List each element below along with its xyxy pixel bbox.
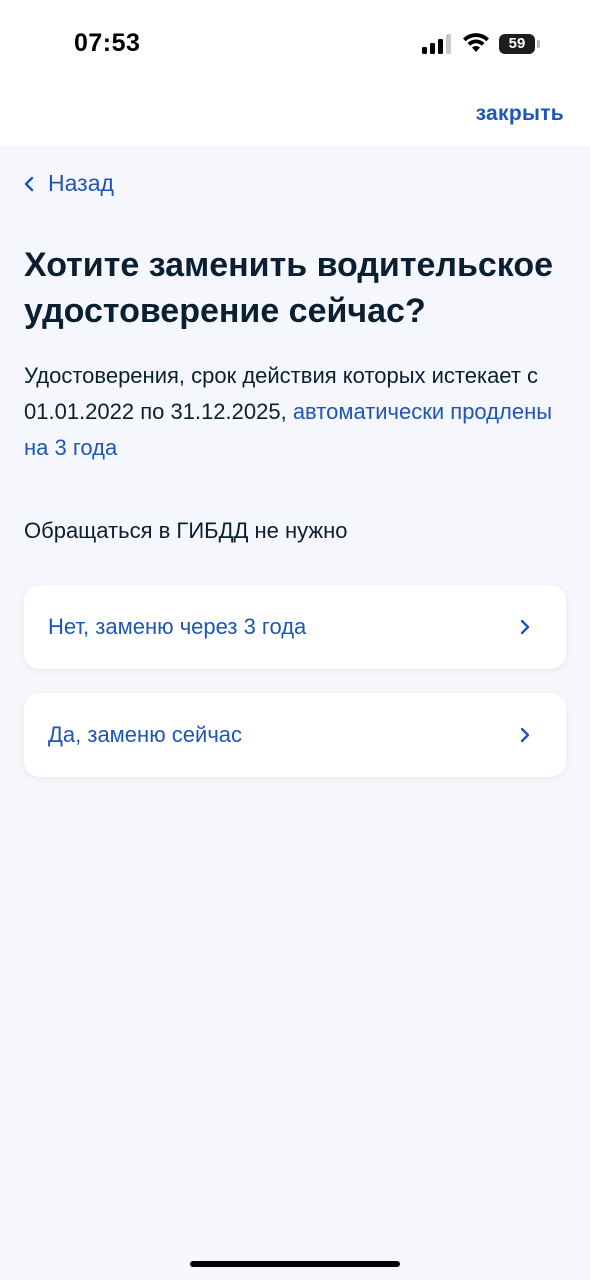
option-label: Да, заменю сейчас — [48, 722, 243, 747]
chevron-right-icon — [520, 619, 530, 635]
chevron-left-icon — [24, 176, 34, 191]
option-replace-now[interactable]: Да, заменю сейчас — [24, 693, 566, 777]
battery-indicator: 59 — [499, 34, 535, 54]
status-bar: 07:53 59 — [0, 0, 590, 88]
option-replace-later[interactable]: Нет, заменю через 3 года — [24, 585, 566, 669]
battery-cap — [537, 40, 540, 48]
option-label: Нет, заменю через 3 года — [48, 614, 307, 639]
home-indicator[interactable] — [190, 1261, 400, 1267]
top-bar: закрыть — [0, 88, 590, 146]
status-time: 07:53 — [74, 29, 141, 57]
page-title: Хотите заменить водительское удостоверен… — [24, 246, 554, 330]
wifi-icon — [463, 33, 489, 52]
note-text: Обращаться в ГИБДД не нужно — [24, 518, 348, 543]
back-link[interactable]: Назад — [24, 170, 114, 197]
cellular-signal-icon — [422, 34, 451, 54]
back-label: Назад — [48, 170, 114, 196]
chevron-right-icon — [520, 727, 530, 743]
main-content: Назад Хотите заменить водительское удост… — [0, 146, 590, 1280]
description: Удостоверения, срок действия которых ист… — [24, 358, 572, 466]
close-link[interactable]: закрыть — [476, 102, 564, 126]
